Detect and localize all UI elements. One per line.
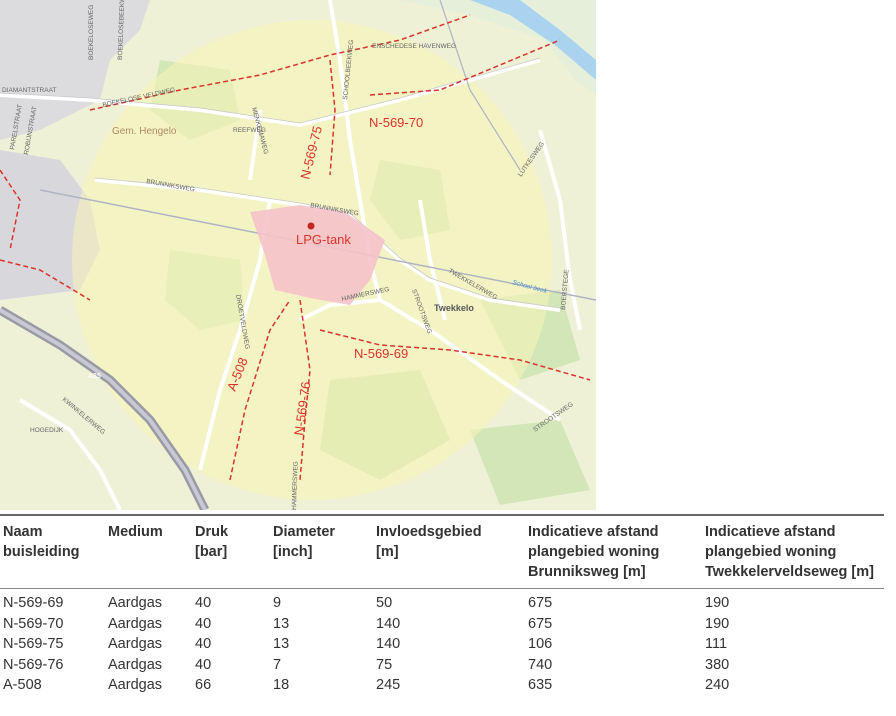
cell-influence: 245 <box>376 677 401 693</box>
cell-medium: Aardgas <box>108 677 163 693</box>
street-reefweg: REEFWEG <box>233 127 266 134</box>
street-boekeloseweg: BOEKELOSEWEG <box>88 5 95 60</box>
header-influence: Invloedsgebied [m] <box>373 514 525 589</box>
cell-distance-brunniksweg: 635 <box>528 677 553 693</box>
cell-diameter: 7 <box>273 656 282 673</box>
header-distance-brunniksweg: Indicatieve afstand plangebied woning Brun… <box>525 514 702 589</box>
cell-pressure: 40 <box>195 615 212 632</box>
cell-distance-twekkelerveldseweg: 190 <box>705 615 730 632</box>
cell-name: N-569-69 <box>3 595 64 611</box>
cell-name: N-569-75 <box>3 636 64 652</box>
cell-medium: Aardgas <box>108 595 163 611</box>
cell-pressure: 40 <box>195 656 212 673</box>
cell-distance-brunniksweg: 675 <box>528 615 553 632</box>
table-header-row: Naam buisleiding Medium Druk [bar] Diamete… <box>0 514 884 589</box>
cell-medium: Aardgas <box>108 615 163 632</box>
header-line: [inch] <box>273 544 313 560</box>
cell-influence: 75 <box>376 656 393 673</box>
cell-diameter: 9 <box>273 595 282 611</box>
table-row: A-508 Aardgas 66 18 245 635 240 <box>0 675 884 696</box>
header-medium: Medium <box>105 514 192 589</box>
cell-influence: 140 <box>376 615 401 632</box>
header-line: Indicatieve afstand <box>528 524 659 540</box>
cell-distance-twekkelerveldseweg: 190 <box>705 595 730 611</box>
cell-name: N-569-70 <box>3 615 64 632</box>
header-line: Indicatieve afstand <box>705 524 836 540</box>
header-line: Diameter <box>273 524 336 540</box>
header-distance-twekkelerveldseweg: Indicatieve afstand plangebied woning Twek… <box>702 514 884 589</box>
header-line: Brunniksweg [m] <box>528 564 646 580</box>
cell-pressure: 66 <box>195 677 212 693</box>
cell-influence: 140 <box>376 636 401 652</box>
street-enschedese-havenweg: ENSCHEDESE HAVENWEG <box>372 43 456 50</box>
cell-pressure: 40 <box>195 595 212 611</box>
header-line: Invloedsgebied <box>376 524 482 540</box>
cell-name: A-508 <box>3 677 42 693</box>
label-municipality: Gem. Hengelo <box>112 126 177 137</box>
header-line: buisleiding <box>3 544 80 560</box>
header-pressure: Druk [bar] <box>192 514 270 589</box>
header-line: Naam <box>3 524 43 540</box>
lpg-tank-marker <box>307 222 315 230</box>
table-body: N-569-69 Aardgas 40 9 50 675 190 N-569-70 Aardga… <box>0 589 884 696</box>
cell-distance-brunniksweg: 675 <box>528 595 553 611</box>
cell-influence: 50 <box>376 595 393 611</box>
pipeline-table: Naam buisleiding Medium Druk [bar] Diamete… <box>0 514 884 696</box>
label-highway: A35 <box>88 373 101 380</box>
cell-name: N-569-76 <box>3 656 64 673</box>
header-line: Twekkelerveldseweg [m] <box>705 564 874 580</box>
header-name: Naam buisleiding <box>0 514 105 589</box>
cell-diameter: 13 <box>273 615 290 632</box>
header-line: plangebied woning <box>528 544 660 560</box>
header-line: [m] <box>376 544 399 560</box>
cell-medium: Aardgas <box>108 656 163 673</box>
cell-medium: Aardgas <box>108 636 163 652</box>
cell-diameter: 18 <box>273 677 290 693</box>
street-diamantstraat: DIAMANTSTRAAT <box>2 87 56 94</box>
table-row: N-569-75 Aardgas 40 13 140 106 111 <box>0 634 884 655</box>
label-pipe-n-569-70: N-569-70 <box>369 115 423 130</box>
header-line: [bar] <box>195 544 228 560</box>
table-row: N-569-70 Aardgas 40 13 140 675 190 <box>0 614 884 635</box>
header-line: Druk <box>195 524 229 540</box>
table-row: N-569-69 Aardgas 40 9 50 675 190 <box>0 589 884 614</box>
street-hogedijk: HOGEDIJK <box>30 427 64 434</box>
header-line: plangebied woning <box>705 544 837 560</box>
label-village: Twekkelo <box>434 303 474 313</box>
cell-distance-twekkelerveldseweg: 240 <box>705 677 730 693</box>
cell-distance-brunniksweg: 106 <box>528 636 553 652</box>
label-pipe-n-569-69: N-569-69 <box>354 346 408 361</box>
header-diameter: Diameter [inch] <box>270 514 373 589</box>
header-line: Medium <box>108 524 163 540</box>
cell-pressure: 40 <box>195 636 212 652</box>
cell-distance-twekkelerveldseweg: 380 <box>705 656 730 673</box>
cell-distance-brunniksweg: 740 <box>528 656 553 673</box>
label-lpg-tank: LPG-tank <box>296 232 351 247</box>
table-row: N-569-76 Aardgas 40 7 75 740 380 <box>0 655 884 676</box>
map-image: LPG-tank N-569-70 N-569-75 N-569-69 A-50… <box>0 0 596 510</box>
cell-distance-twekkelerveldseweg: 111 <box>705 636 728 652</box>
cell-diameter: 13 <box>273 636 290 652</box>
